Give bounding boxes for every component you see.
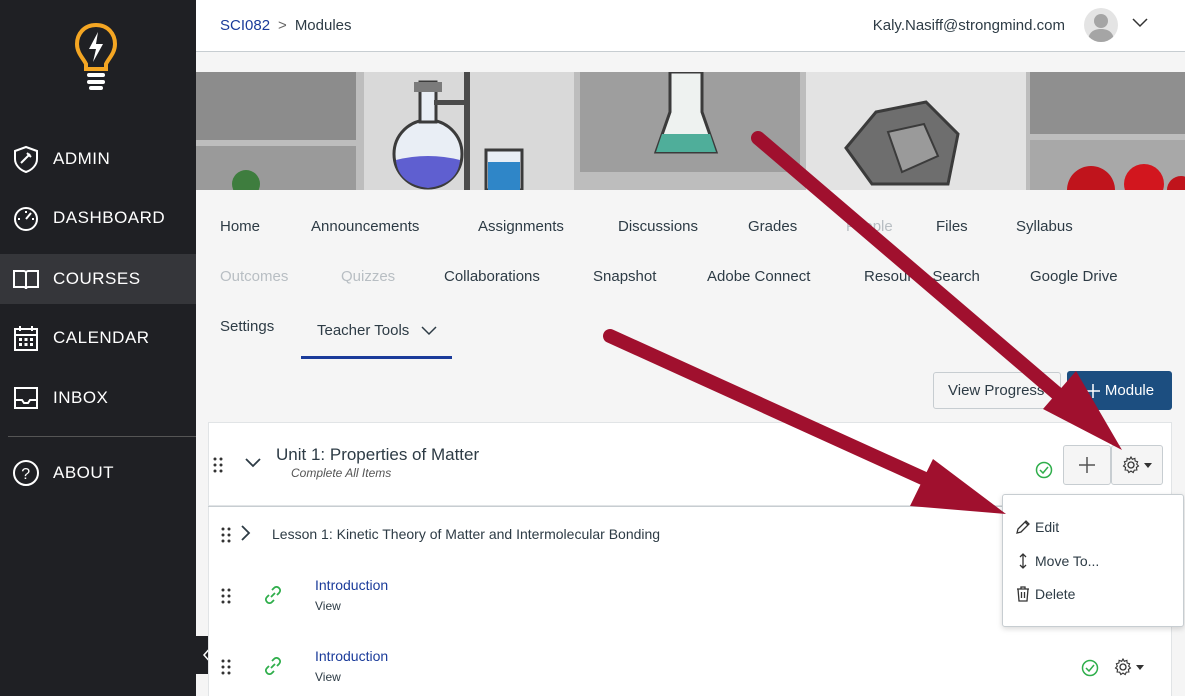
module-item-requirement: View [315,599,341,613]
nav-about[interactable]: ? ABOUT [0,448,196,498]
menu-edit[interactable]: Edit [1015,519,1059,535]
course-nav-home[interactable]: Home [220,218,260,235]
nav-dashboard-label: DASHBOARD [53,208,166,227]
course-nav-snapshot[interactable]: Snapshot [593,268,656,285]
nav-inbox[interactable]: INBOX [0,373,196,423]
course-nav-resource-search[interactable]: Resource Search [864,268,980,285]
breadcrumb: SCI082 > Modules [220,17,352,34]
menu-delete-label: Delete [1035,586,1076,602]
nav-dashboard[interactable]: DASHBOARD [0,193,196,243]
trash-icon [1017,586,1029,602]
lightbulb-logo-icon[interactable] [74,22,118,90]
gear-icon [1114,658,1132,676]
breadcrumb-course[interactable]: SCI082 [220,17,270,34]
drag-handle-icon[interactable] [213,457,223,473]
avatar[interactable] [1084,8,1118,42]
course-nav-outcomes[interactable]: Outcomes [220,268,288,285]
course-nav-teacher-tools[interactable]: Teacher Tools [317,322,409,339]
plus-icon [1079,457,1095,473]
course-nav-syllabus[interactable]: Syllabus [1016,218,1073,235]
course-nav-adobe-connect[interactable]: Adobe Connect [707,268,810,285]
nav-inbox-label: INBOX [53,388,109,407]
complete-check-icon [1035,461,1053,479]
nav-about-label: ABOUT [53,463,115,482]
chevron-down-icon[interactable] [244,457,262,469]
user-avatar-icon [1088,14,1114,42]
nav-calendar[interactable]: CALENDAR [0,313,196,363]
menu-delete[interactable]: Delete [1015,585,1075,603]
course-nav-discussions[interactable]: Discussions [618,218,698,235]
book-icon [12,265,40,293]
view-progress-button[interactable]: View Progress [933,372,1061,409]
course-nav-quizzes[interactable]: Quizzes [341,268,395,285]
complete-check-icon [1081,659,1099,677]
course-nav-announcements[interactable]: Announcements [311,218,419,235]
course-banner-image [196,72,1185,190]
link-icon [264,586,282,604]
link-icon [264,657,282,675]
svg-text:?: ? [21,466,30,483]
course-nav-files[interactable]: Files [936,218,968,235]
add-item-button[interactable] [1063,445,1111,485]
nav-divider [8,436,196,437]
help-icon: ? [12,459,40,487]
chevron-down-icon[interactable] [420,324,438,338]
user-email[interactable]: Kaly.Nasiff@strongmind.com [873,17,1065,34]
nav-courses-label: COURSES [53,269,141,288]
add-module-button[interactable]: Module [1067,371,1172,410]
course-nav-collaborations[interactable]: Collaborations [444,268,540,285]
pencil-icon [1016,520,1030,534]
vertical-arrows-icon [1019,553,1027,569]
breadcrumb-separator: > [278,17,287,34]
caret-down-icon [1143,463,1152,468]
calendar-icon [12,324,40,352]
drag-handle-icon[interactable] [221,527,231,543]
menu-move-to[interactable]: Move To... [1015,552,1099,570]
course-nav-grades[interactable]: Grades [748,218,797,235]
module-settings-menu: Edit Move To... Delete [1002,494,1184,627]
module-item-title[interactable]: Introduction [315,648,388,664]
item-settings-button[interactable] [1114,657,1148,677]
drag-handle-icon[interactable] [221,588,231,604]
admin-shield-icon [12,145,40,173]
nav-admin[interactable]: ADMIN [0,134,196,184]
nav-admin-label: ADMIN [53,149,111,168]
course-nav-settings[interactable]: Settings [220,318,274,335]
global-nav: ADMIN DASHBOARD COURSES CALENDAR INBOX ?… [0,0,196,696]
top-header: SCI082 > Modules Kaly.Nasiff@strongmind.co… [196,0,1185,52]
nav-calendar-label: CALENDAR [53,328,150,347]
add-module-label: Module [1104,382,1155,399]
menu-move-label: Move To... [1035,553,1100,569]
drag-handle-icon[interactable] [221,659,231,675]
module-settings-button[interactable] [1111,445,1163,485]
course-nav-people[interactable]: People [846,218,893,235]
dashboard-gauge-icon [12,204,40,232]
inbox-icon [12,384,40,412]
course-nav-google-drive[interactable]: Google Drive [1030,268,1118,285]
lesson-header[interactable]: Lesson 1: Kinetic Theory of Matter and I… [272,526,660,542]
module-item-title[interactable]: Introduction [315,577,388,593]
gear-icon [1122,456,1139,474]
chevron-right-icon[interactable] [240,524,252,542]
nav-courses[interactable]: COURSES [0,254,196,304]
module-title: Unit 1: Properties of Matter [276,445,480,464]
caret-down-icon [1136,665,1144,670]
menu-edit-label: Edit [1035,519,1060,535]
plus-icon [1085,383,1100,398]
module-requirement: Complete All Items [291,466,392,480]
course-nav-assignments[interactable]: Assignments [478,218,564,235]
chevron-down-icon[interactable] [1131,17,1149,29]
breadcrumb-page: Modules [294,17,352,34]
module-item-requirement: View [315,670,341,684]
active-tab-indicator [301,356,452,359]
